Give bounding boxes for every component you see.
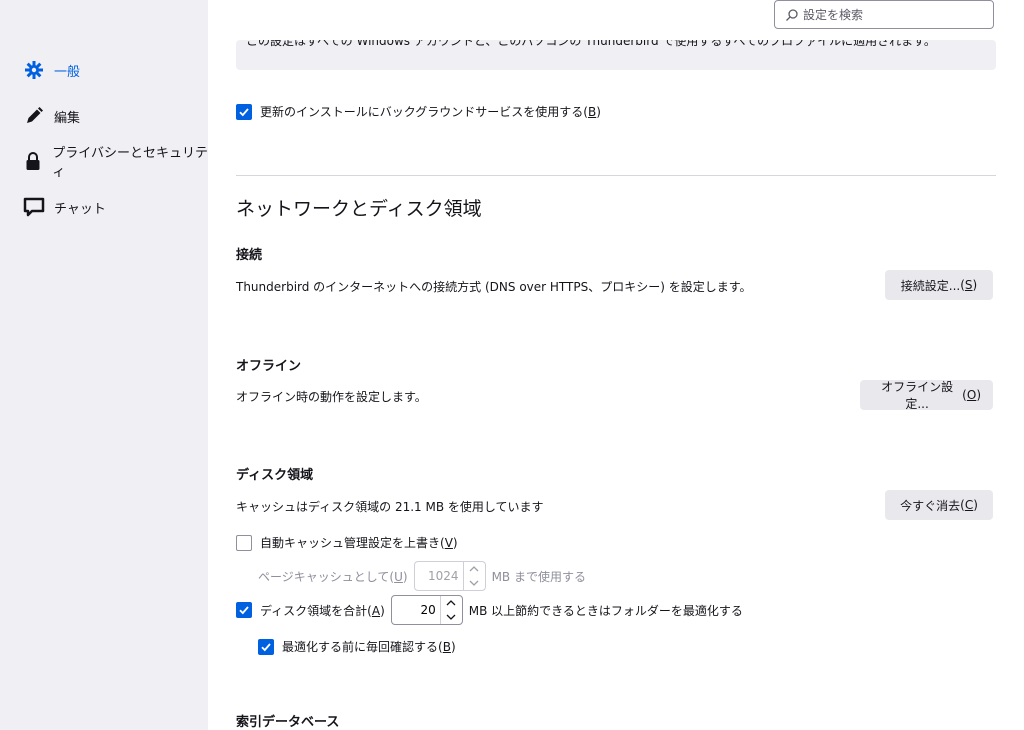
offline-settings-button[interactable]: オフライン設定...(O) xyxy=(860,380,993,411)
connection-settings-button[interactable]: 接続設定...(S) xyxy=(885,270,993,300)
update-scope-note: この設定はすべての Windows アカウントと、このパソコンの Thunder… xyxy=(236,40,996,70)
confirm-compact-label: 最適化する前に毎回確認する(B) xyxy=(282,640,456,654)
compact-folders-label: ディスク領域を合計(A) xyxy=(260,603,385,618)
cache-size-spinner xyxy=(462,562,485,590)
lock-icon xyxy=(22,149,44,173)
index-database-title: 索引データベース xyxy=(236,715,340,730)
clear-cache-button[interactable]: 今すぐ消去(C) xyxy=(885,490,993,520)
sidebar-item-chat[interactable]: チャット xyxy=(22,195,106,219)
offline-description: オフライン時の動作を設定します。 xyxy=(236,390,427,404)
connection-title: 接続 xyxy=(236,248,263,263)
cache-usage-text: キャッシュはディスク領域の 21.1 MB を使用しています xyxy=(236,500,544,514)
compact-threshold-spinner[interactable] xyxy=(439,596,462,624)
pen-icon xyxy=(22,104,46,128)
override-cache-label: 自動キャッシュ管理設定を上書き(V) xyxy=(260,536,458,550)
search-input[interactable] xyxy=(803,7,983,22)
sidebar-item-label: 編集 xyxy=(54,110,81,126)
cache-size-stepper xyxy=(413,561,486,591)
sidebar-item-label: チャット xyxy=(54,201,106,217)
override-cache-checkbox[interactable] xyxy=(236,534,252,551)
compact-threshold-suffix: MB 以上節約できるときはフォルダーを最適化する xyxy=(468,603,743,618)
confirm-compact-row[interactable]: 最適化する前に毎回確認する(B) xyxy=(258,638,456,655)
background-service-row[interactable]: 更新のインストールにバックグラウンドサービスを使用する(B) xyxy=(236,103,601,120)
section-divider xyxy=(236,175,996,176)
settings-content: この設定はすべての Windows アカウントと、このパソコンの Thunder… xyxy=(208,0,1024,730)
confirm-compact-checkbox[interactable] xyxy=(258,638,274,655)
chevron-up-icon[interactable] xyxy=(441,596,462,610)
background-service-label: 更新のインストールにバックグラウンドサービスを使用する(B) xyxy=(260,105,601,119)
override-cache-row[interactable]: 自動キャッシュ管理設定を上書き(V) xyxy=(236,534,458,551)
sidebar-item-composition[interactable]: 編集 xyxy=(22,104,80,128)
sidebar: 一般 編集 プライバシーとセキュリティ チャット xyxy=(0,0,208,730)
connection-description: Thunderbird のインターネットへの接続方式 (DNS over HTT… xyxy=(236,280,752,294)
cache-size-row: ページキャッシュとして(U) MB まで使用する xyxy=(258,561,586,591)
network-heading: ネットワークとディスク領域 xyxy=(236,198,482,220)
sidebar-item-label: プライバシーとセキュリティ xyxy=(52,146,208,180)
background-service-checkbox[interactable] xyxy=(236,103,252,120)
sidebar-item-general[interactable]: 一般 xyxy=(22,58,80,82)
compact-threshold-stepper[interactable] xyxy=(390,595,463,625)
chevron-down-icon xyxy=(464,576,485,590)
cache-size-input xyxy=(414,562,463,590)
search-box[interactable] xyxy=(774,0,994,29)
cache-size-suffix: MB まで使用する xyxy=(491,569,586,584)
compact-threshold-input[interactable] xyxy=(391,596,440,624)
cache-size-label: ページキャッシュとして(U) xyxy=(258,569,408,584)
disk-title: ディスク領域 xyxy=(236,468,314,483)
search-icon xyxy=(785,8,799,22)
chat-icon xyxy=(22,195,46,219)
compact-folders-row: ディスク領域を合計(A) MB 以上節約できるときはフォルダーを最適化する xyxy=(236,595,743,625)
offline-title: オフライン xyxy=(236,359,302,374)
sidebar-item-label: 一般 xyxy=(54,64,81,80)
compact-folders-checkbox[interactable] xyxy=(236,602,252,618)
sidebar-item-privacy[interactable]: プライバシーとセキュリティ xyxy=(22,146,208,180)
chevron-down-icon[interactable] xyxy=(441,610,462,624)
update-scope-note-text: この設定はすべての Windows アカウントと、このパソコンの Thunder… xyxy=(246,40,936,48)
gear-icon xyxy=(22,58,46,82)
chevron-up-icon xyxy=(464,562,485,576)
